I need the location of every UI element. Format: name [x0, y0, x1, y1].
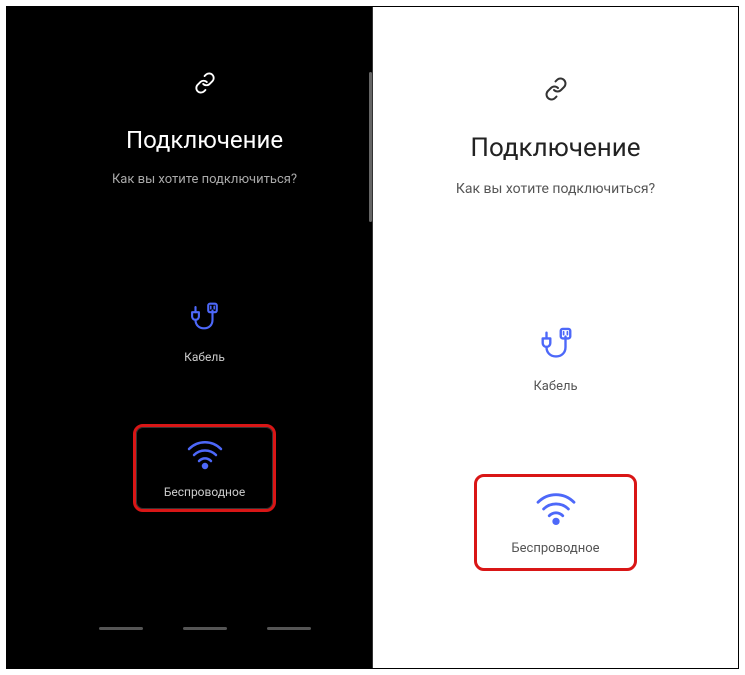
dark-pane-inner: Подключение Как вы хотите подключиться? [37, 37, 372, 638]
page-subtitle: Как вы хотите подключиться? [456, 181, 655, 197]
cable-icon [537, 327, 575, 369]
wifi-icon [185, 439, 225, 475]
page-title: Подключение [470, 133, 640, 163]
cable-label: Кабель [184, 350, 225, 364]
page-title: Подключение [126, 126, 283, 154]
link-icon [194, 72, 216, 98]
wifi-icon [533, 491, 579, 531]
nav-home[interactable] [183, 627, 227, 630]
scroll-indicator [369, 72, 372, 222]
navigation-bar[interactable] [37, 627, 372, 630]
page-subtitle: Как вы хотите подключиться? [112, 172, 297, 187]
option-cable[interactable]: Кабель [184, 302, 225, 364]
connection-options: Кабель Беспроводное [133, 302, 276, 512]
connection-options: Кабель Беспроводное [474, 327, 636, 571]
option-cable[interactable]: Кабель [533, 327, 577, 394]
option-wireless[interactable]: Беспроводное [474, 474, 636, 571]
wireless-label: Беспроводное [164, 485, 245, 499]
wireless-label: Беспроводное [511, 541, 599, 556]
header-section: Подключение Как вы хотите подключиться? [373, 77, 738, 197]
cable-icon [187, 302, 221, 340]
light-theme-pane: Подключение Как вы хотите подключиться? [373, 7, 738, 668]
split-container: Подключение Как вы хотите подключиться? [7, 7, 738, 668]
link-icon [544, 77, 568, 105]
header-section: Подключение Как вы хотите подключиться? [37, 72, 372, 187]
option-wireless[interactable]: Беспроводное [133, 424, 276, 512]
nav-back[interactable] [267, 627, 311, 630]
outer-border: Подключение Как вы хотите подключиться? [6, 6, 739, 669]
nav-recent[interactable] [99, 627, 143, 630]
cable-label: Кабель [533, 379, 577, 394]
dark-theme-pane: Подключение Как вы хотите подключиться? [7, 7, 373, 668]
